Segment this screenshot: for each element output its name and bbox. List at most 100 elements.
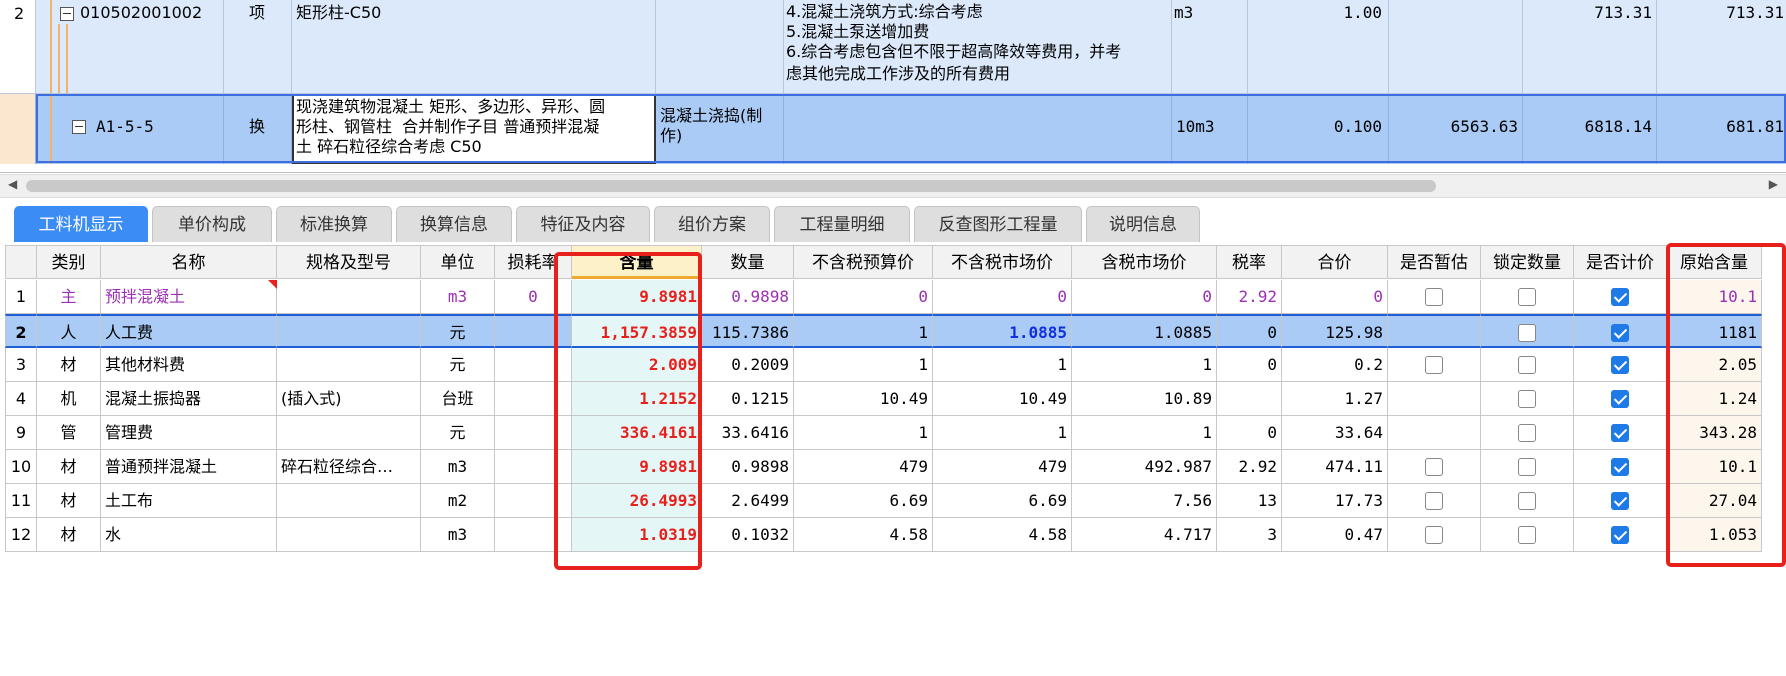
content[interactable]: 1,157.3859 [572,314,702,348]
tab-reverse-graphic-quantity[interactable]: 反查图形工程量 [914,206,1082,242]
is-estimated[interactable] [1388,382,1481,416]
header-original-content[interactable]: 原始含量 [1667,245,1762,279]
tax-rate[interactable]: 13 [1217,484,1282,518]
market-price-excl-tax[interactable]: 10.49 [933,382,1072,416]
quantity[interactable]: 0.9898 [702,450,794,484]
header-name[interactable]: 名称 [101,245,277,279]
header-is-priced[interactable]: 是否计价 [1574,245,1667,279]
tab-conversion-info[interactable]: 换算信息 [396,206,512,242]
tax-rate[interactable]: 3 [1217,518,1282,552]
tab-standard-conversion[interactable]: 标准换算 [276,206,392,242]
loss-rate[interactable] [495,348,572,382]
is-priced[interactable] [1574,348,1667,382]
tab-unit-price-composition[interactable]: 单价构成 [152,206,272,242]
content[interactable]: 9.8981 [572,450,702,484]
market-price-incl-tax[interactable]: 4.717 [1072,518,1217,552]
is-estimated[interactable] [1388,348,1481,382]
market-price-incl-tax[interactable]: 7.56 [1072,484,1217,518]
checkbox-empty-icon[interactable] [1518,491,1536,510]
is-priced[interactable] [1574,416,1667,450]
item-row[interactable]: 2 010502001002 项 矩形柱-C50 4.混凝土浇筑方式:综合考虑 … [0,0,1786,94]
loss-rate[interactable] [495,484,572,518]
is-priced[interactable] [1574,382,1667,416]
header-quantity[interactable]: 数量 [702,245,794,279]
quantity[interactable]: 0.1032 [702,518,794,552]
header-category[interactable]: 类别 [37,245,101,279]
name[interactable]: 普通预拌混凝土 [101,450,277,484]
lock-quantity[interactable] [1481,314,1574,348]
checkbox-empty-icon[interactable] [1425,355,1443,374]
header-total-price[interactable]: 合价 [1282,245,1388,279]
lock-quantity[interactable] [1481,518,1574,552]
header-spec-model[interactable]: 规格及型号 [277,245,421,279]
market-price-incl-tax[interactable]: 10.89 [1072,382,1217,416]
content[interactable]: 1.2152 [572,382,702,416]
market-price-incl-tax[interactable]: 1.0885 [1072,314,1217,348]
market-price-excl-tax[interactable]: 479 [933,450,1072,484]
quantity[interactable]: 0.1215 [702,382,794,416]
scroll-right-icon[interactable]: ▶ [1769,177,1778,191]
loss-rate[interactable] [495,518,572,552]
checkbox-checked-icon[interactable] [1611,389,1629,408]
market-price-excl-tax[interactable]: 0 [933,280,1072,314]
tab-features-content[interactable]: 特征及内容 [516,206,650,242]
market-price-excl-tax[interactable]: 1 [933,416,1072,450]
loss-rate[interactable] [495,416,572,450]
is-priced[interactable] [1574,484,1667,518]
quantity[interactable]: 115.7386 [702,314,794,348]
is-estimated[interactable] [1388,416,1481,450]
tab-description[interactable]: 说明信息 [1086,206,1200,242]
tax-rate[interactable]: 0 [1217,314,1282,348]
checkbox-empty-icon[interactable] [1425,287,1443,306]
checkbox-checked-icon[interactable] [1611,323,1629,342]
checkbox-checked-icon[interactable] [1611,491,1629,510]
lock-quantity[interactable] [1481,382,1574,416]
lock-quantity[interactable] [1481,450,1574,484]
is-priced[interactable] [1574,314,1667,348]
market-price-incl-tax[interactable]: 0 [1072,280,1217,314]
header-unit[interactable]: 单位 [421,245,495,279]
checkbox-empty-icon[interactable] [1425,491,1443,510]
content[interactable]: 26.4993 [572,484,702,518]
header-market-price-incl-tax[interactable]: 含税市场价 [1072,245,1217,279]
quantity[interactable]: 0.9898 [702,280,794,314]
collapse-icon[interactable] [60,7,74,21]
header-loss-rate[interactable]: 损耗率 [495,245,572,279]
checkbox-empty-icon[interactable] [1425,457,1443,476]
market-price-incl-tax[interactable]: 1 [1072,348,1217,382]
name[interactable]: 混凝土振捣器 [101,382,277,416]
header-is-estimated[interactable]: 是否暂估 [1388,245,1481,279]
name[interactable]: 水 [101,518,277,552]
content[interactable]: 336.4161 [572,416,702,450]
loss-rate[interactable] [495,382,572,416]
tab-material-display[interactable]: 工料机显示 [14,206,148,242]
is-estimated[interactable] [1388,280,1481,314]
is-estimated[interactable] [1388,314,1481,348]
name[interactable]: 人工费 [101,314,277,348]
is-estimated[interactable] [1388,484,1481,518]
loss-rate[interactable] [495,314,572,348]
header-content[interactable]: 含量 [572,245,702,279]
content[interactable]: 9.8981 [572,280,702,314]
quantity[interactable]: 33.6416 [702,416,794,450]
checkbox-checked-icon[interactable] [1611,287,1629,306]
quantity[interactable]: 2.6499 [702,484,794,518]
content[interactable]: 1.0319 [572,518,702,552]
sub-item-name-cell[interactable]: 现浇建筑物混凝土 矩形、多边形、异形、圆 形柱、钢管柱 合并制作子目 普通预拌混… [292,94,656,164]
lock-quantity[interactable] [1481,280,1574,314]
checkbox-empty-icon[interactable] [1518,457,1536,476]
market-price-excl-tax[interactable]: 1.0885 [933,314,1072,348]
market-price-excl-tax[interactable]: 1 [933,348,1072,382]
loss-rate[interactable]: 0 [495,280,572,314]
is-priced[interactable] [1574,280,1667,314]
tab-quantity-details[interactable]: 工程量明细 [774,206,910,242]
name[interactable]: 预拌混凝土 [101,280,277,314]
tax-rate[interactable]: 0 [1217,416,1282,450]
checkbox-empty-icon[interactable] [1518,389,1536,408]
horizontal-scrollbar[interactable]: ◀ ▶ [0,174,1786,198]
name[interactable]: 其他材料费 [101,348,277,382]
name[interactable]: 管理费 [101,416,277,450]
lock-quantity[interactable] [1481,416,1574,450]
is-priced[interactable] [1574,450,1667,484]
market-price-incl-tax[interactable]: 1 [1072,416,1217,450]
